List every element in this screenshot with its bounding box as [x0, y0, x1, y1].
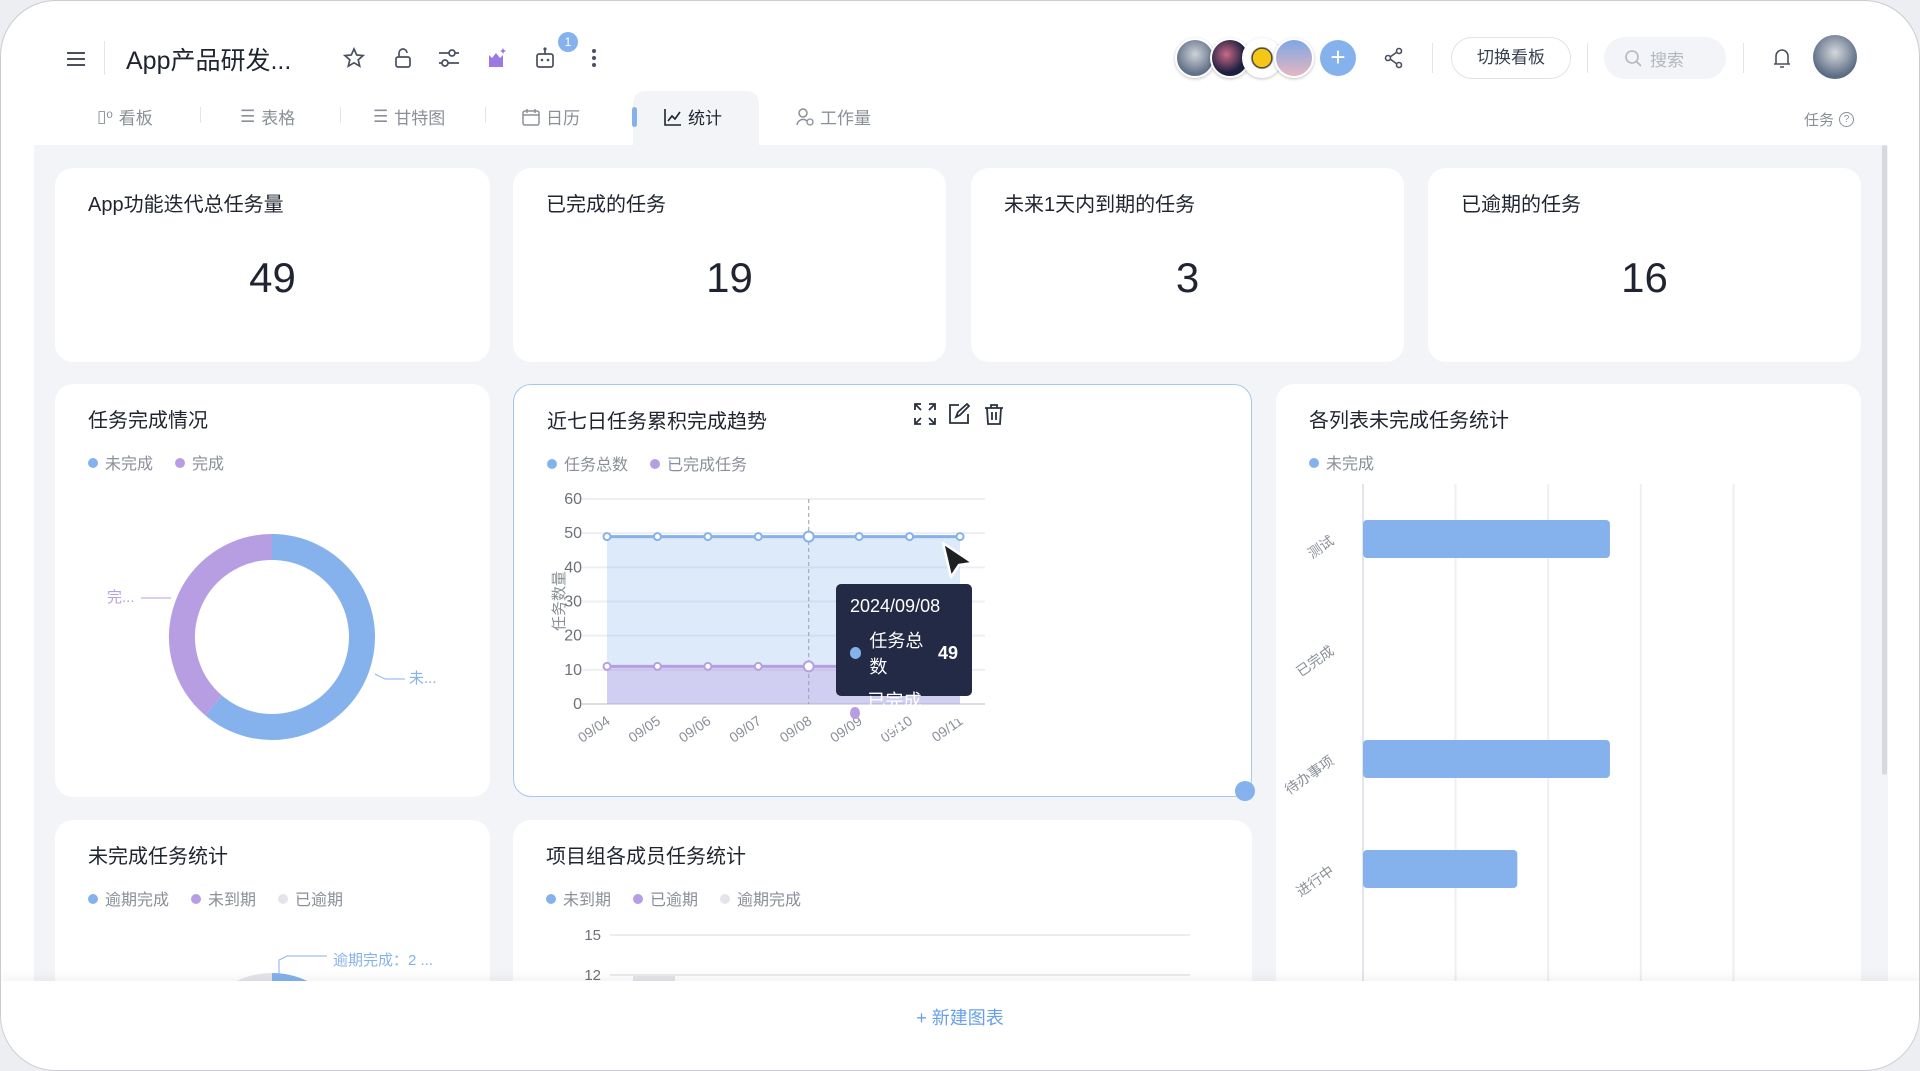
y-tick: 15 [584, 927, 601, 944]
user-avatar[interactable] [1813, 35, 1857, 79]
legend-item[interactable]: 任务总数 [547, 451, 628, 475]
tab-workload[interactable]: 工作量 [796, 104, 871, 129]
help-icon: ? [1839, 112, 1854, 127]
tab-table[interactable]: ☰表格 [240, 104, 295, 129]
tab-statistics[interactable]: 统计 [664, 104, 722, 129]
lock-icon[interactable] [391, 46, 415, 70]
stat-card[interactable]: App功能迭代总任务量49 [55, 168, 490, 362]
delete-icon[interactable] [981, 401, 1007, 427]
y-tick: 12 [584, 967, 601, 981]
new-chart-button[interactable]: + 新建图表 [1, 1004, 1919, 1030]
legend-item[interactable]: 未完成 [1309, 450, 1374, 474]
pie-chart: 逾期完成：2 ... [55, 820, 490, 981]
bell-icon[interactable] [1770, 46, 1794, 70]
tab-calendar[interactable]: 日历 [522, 104, 580, 129]
person-clock-icon [796, 108, 814, 126]
stat-card[interactable]: 未来1天内到期的任务3 [971, 168, 1404, 362]
chart-tooltip: 2024/09/08 任务总数49 已完成任务11 [836, 584, 972, 696]
kanban-icon: ▯ᵒ [97, 107, 113, 127]
magic-hat-icon[interactable] [484, 46, 508, 70]
pie-slice [272, 973, 307, 981]
settings-sliders-icon[interactable] [437, 46, 461, 70]
line-chart-icon [664, 108, 682, 126]
add-member-button[interactable]: + [1320, 40, 1356, 76]
star-icon[interactable] [342, 46, 366, 70]
search-placeholder: 搜索 [1650, 46, 1684, 71]
pie-label: 逾期完成：2 ... [333, 952, 433, 969]
stat-card[interactable]: 已完成的任务19 [513, 168, 946, 362]
fullscreen-icon[interactable] [912, 401, 938, 427]
share-icon[interactable] [1382, 46, 1406, 70]
pie-label: 未... [409, 670, 437, 687]
robot-icon[interactable] [533, 46, 557, 70]
tab-kanban[interactable]: ▯ᵒ看板 [97, 104, 153, 129]
tab-gantt[interactable]: ☰甘特图 [373, 104, 445, 129]
chart-card-unfinished[interactable]: 未完成任务统计 逾期完成未到期已逾期 逾期完成：2 ... [55, 820, 490, 981]
donut-chart: 完... 未... [55, 384, 490, 797]
edit-icon[interactable] [946, 401, 972, 427]
notification-badge: 1 [558, 32, 578, 52]
scrollbar[interactable] [1882, 145, 1887, 775]
chart-card-completion[interactable]: 任务完成情况 未完成完成 完... 未... [55, 384, 490, 797]
mouse-cursor [941, 541, 985, 591]
list-icon: ☰ [240, 107, 255, 127]
donut-slice [182, 547, 272, 706]
switch-board-button[interactable]: 切换看板 [1451, 37, 1571, 79]
chart-card-list-stats[interactable]: 各列表未完成任务统计 未完成 [1276, 384, 1861, 981]
gantt-icon: ☰ [373, 107, 388, 127]
member-bar-chart: 15 12 [513, 820, 1252, 981]
resize-handle[interactable] [1235, 781, 1255, 801]
more-vertical-icon[interactable] [582, 46, 606, 70]
stat-card[interactable]: 已逾期的任务16 [1428, 168, 1861, 362]
pie-label: 完... [107, 589, 135, 606]
chart-card-members[interactable]: 项目组各成员任务统计 未到期已逾期逾期完成 15 12 [513, 820, 1252, 981]
menu-icon[interactable] [64, 47, 88, 71]
donut-slice [214, 547, 362, 727]
task-help-link[interactable]: 任务? [1804, 109, 1854, 130]
member-avatar[interactable] [1274, 38, 1314, 78]
project-title[interactable]: App产品研发... [126, 41, 291, 77]
calendar-icon [522, 108, 540, 126]
search-input[interactable]: 搜索 [1604, 37, 1726, 79]
search-icon [1624, 49, 1642, 67]
app-window: App产品研发... 1 + 切换看板 搜索 ▯ᵒ看板 ☰表格 ☰甘特图 日历 … [0, 0, 1920, 1071]
member-avatar[interactable] [1175, 38, 1215, 78]
legend-item[interactable]: 已完成任务 [650, 451, 747, 475]
